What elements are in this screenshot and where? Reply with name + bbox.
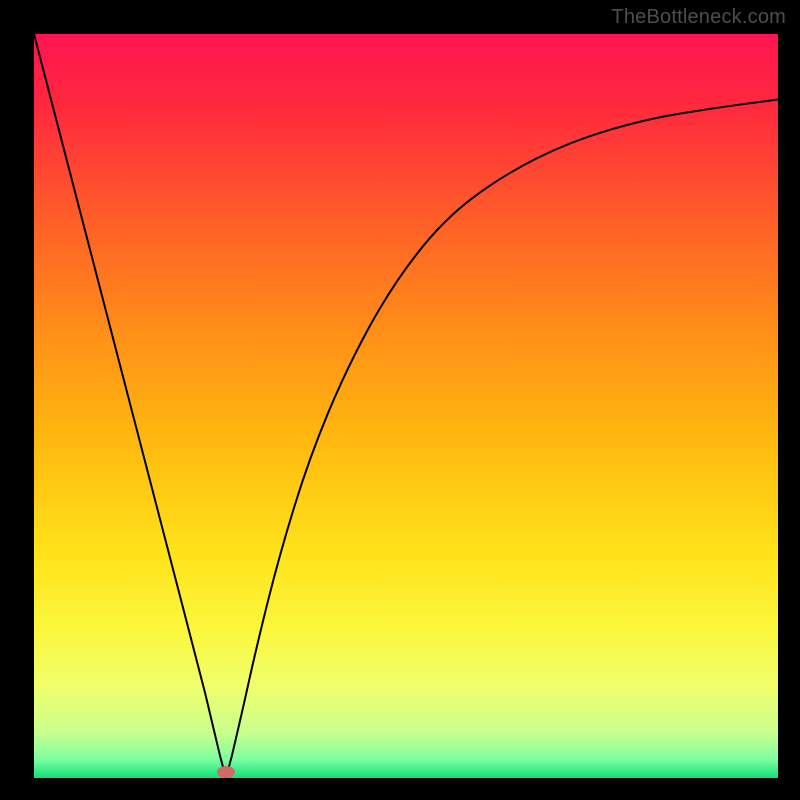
chart-frame: TheBottleneck.com <box>0 0 800 800</box>
bottleneck-curve-svg <box>34 34 778 778</box>
gradient-background <box>34 34 778 778</box>
plot-area <box>34 34 778 778</box>
watermark-text: TheBottleneck.com <box>611 6 786 29</box>
minimum-marker <box>217 766 235 778</box>
